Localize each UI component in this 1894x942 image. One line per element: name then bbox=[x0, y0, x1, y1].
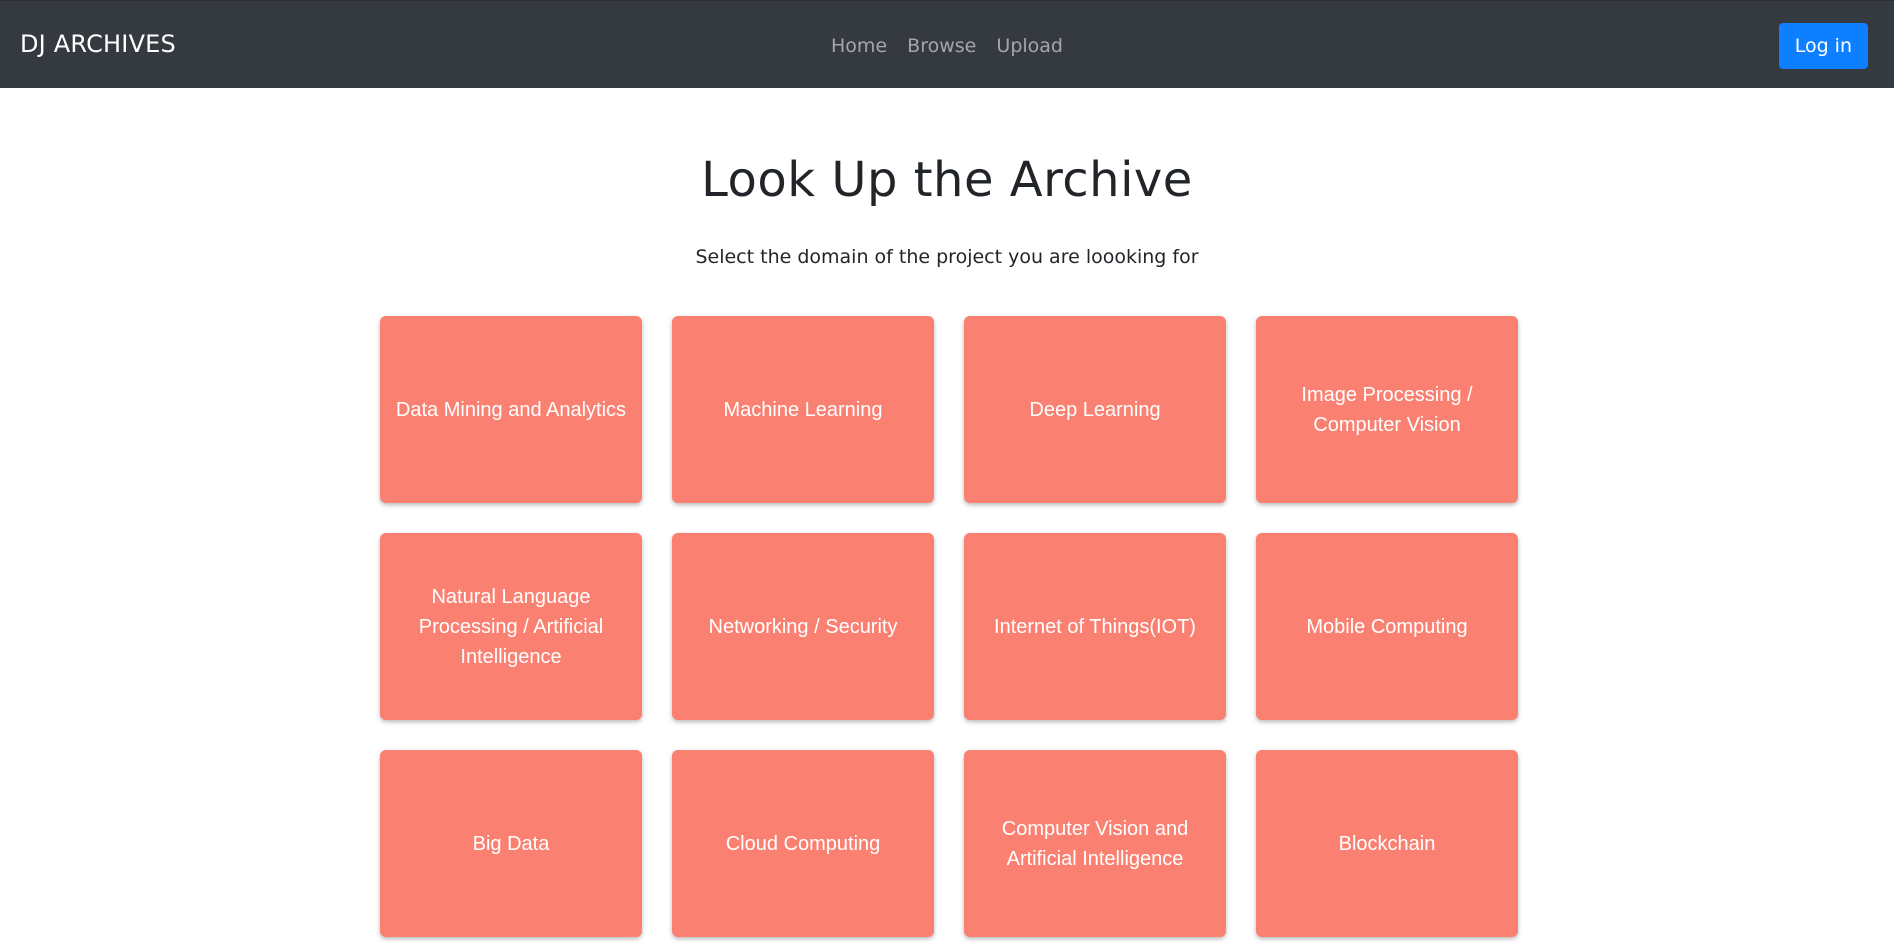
nav-link-browse[interactable]: Browse bbox=[907, 33, 976, 59]
domain-card-label: Blockchain bbox=[1338, 832, 1436, 855]
domain-card-deep-learning[interactable]: Deep Learning bbox=[964, 316, 1226, 503]
domain-card-iot[interactable]: Internet of Things(IOT) bbox=[964, 533, 1226, 720]
domain-card-mobile-computing[interactable]: Mobile Computing bbox=[1256, 533, 1518, 720]
domain-card-cv-ai[interactable]: Computer Vision and Artificial Intellige… bbox=[964, 750, 1226, 937]
nav-links: Home Browse Upload bbox=[0, 33, 1894, 59]
domain-card-label: Networking / Security bbox=[708, 615, 898, 638]
domain-grid: Data Mining and Analytics Machine Learni… bbox=[380, 316, 1520, 937]
main-content: Look Up the Archive Select the domain of… bbox=[0, 88, 1894, 937]
domain-card-label: Big Data bbox=[472, 832, 550, 855]
domain-card-image-processing[interactable]: Image Processing / Computer Vision bbox=[1256, 316, 1518, 503]
nav-link-home[interactable]: Home bbox=[831, 33, 887, 59]
domain-card-nlp-ai[interactable]: Natural Language Processing / Artificial… bbox=[380, 533, 642, 720]
domain-card-machine-learning[interactable]: Machine Learning bbox=[672, 316, 934, 503]
domain-card-big-data[interactable]: Big Data bbox=[380, 750, 642, 937]
top-navbar: DJ ARCHIVES Home Browse Upload Log in bbox=[0, 0, 1894, 88]
login-button[interactable]: Log in bbox=[1778, 23, 1868, 69]
domain-card-blockchain[interactable]: Blockchain bbox=[1256, 750, 1518, 937]
domain-card-label: Data Mining and Analytics bbox=[395, 398, 627, 421]
domain-card-label: Image Processing / Computer Vision bbox=[1301, 383, 1473, 436]
domain-card-networking-security[interactable]: Networking / Security bbox=[672, 533, 934, 720]
domain-card-label: Internet of Things(IOT) bbox=[994, 615, 1196, 638]
domain-card-label: Natural Language Processing / Artificial… bbox=[418, 585, 604, 668]
domain-card-label: Mobile Computing bbox=[1306, 615, 1468, 638]
page-subtitle: Select the domain of the project you are… bbox=[695, 246, 1199, 268]
domain-card-label: Cloud Computing bbox=[725, 832, 881, 855]
domain-card-label: Computer Vision and Artificial Intellige… bbox=[1001, 817, 1189, 870]
domain-card-cloud-computing[interactable]: Cloud Computing bbox=[672, 750, 934, 937]
nav-link-upload[interactable]: Upload bbox=[996, 33, 1063, 59]
page-title: Look Up the Archive bbox=[701, 152, 1193, 208]
domain-card-label: Deep Learning bbox=[1029, 398, 1161, 421]
domain-card-label: Machine Learning bbox=[723, 398, 883, 421]
domain-card-data-mining[interactable]: Data Mining and Analytics bbox=[380, 316, 642, 503]
